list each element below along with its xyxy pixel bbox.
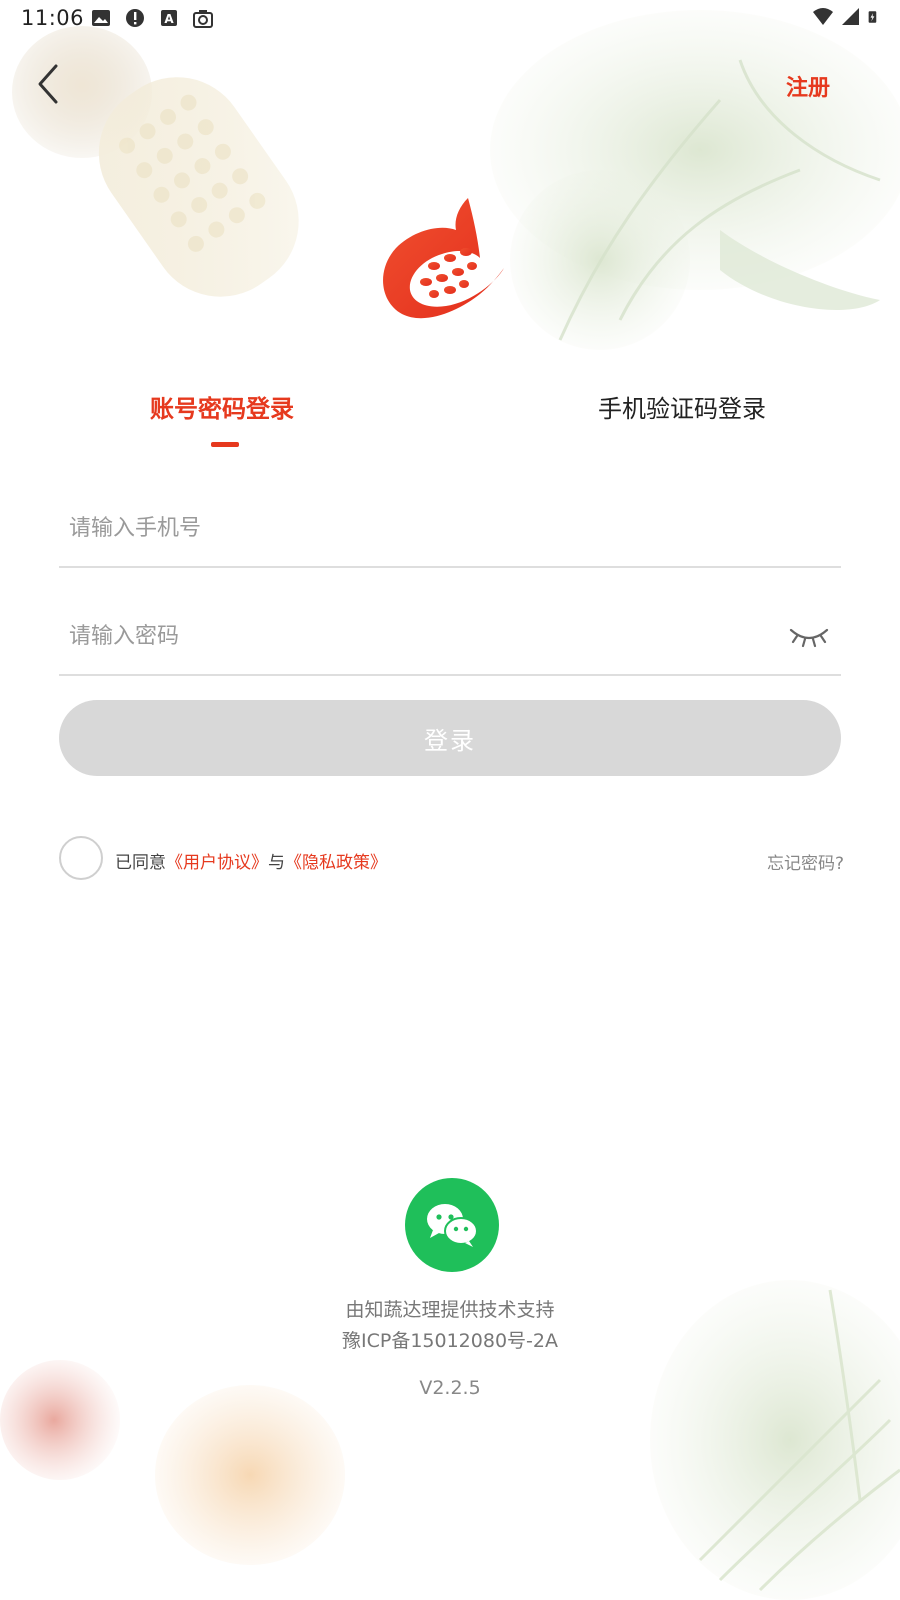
wechat-login-button[interactable]	[405, 1178, 499, 1272]
image-icon	[92, 10, 110, 26]
notification-icons: A	[90, 7, 214, 29]
password-input[interactable]	[69, 616, 749, 656]
agreement-text: 已同意《用户协议》与《隐私政策》	[115, 848, 387, 873]
password-visibility-toggle[interactable]	[785, 618, 833, 650]
active-tab-indicator	[211, 442, 239, 447]
back-button[interactable]	[30, 62, 70, 106]
agreement-prefix: 已同意	[115, 853, 166, 873]
agreement-checkbox[interactable]	[59, 836, 103, 880]
agreement-connector: 与	[268, 853, 285, 873]
app-logo	[383, 198, 504, 319]
battery-charging-icon	[868, 11, 877, 23]
alert-icon	[126, 9, 144, 27]
user-agreement-link[interactable]: 《用户协议》	[166, 853, 268, 873]
eye-closed-icon	[789, 628, 829, 648]
icp-license-text: 豫ICP备15012080号-2A	[342, 1330, 558, 1352]
tab-password-login[interactable]: 账号密码登录	[150, 389, 294, 424]
register-link[interactable]: 注册	[786, 70, 830, 102]
tech-support-text: 由知蔬达理提供技术支持	[345, 1299, 555, 1321]
tab-sms-login[interactable]: 手机验证码登录	[598, 389, 766, 424]
text-a-icon: A	[161, 10, 177, 26]
chevron-left-icon	[38, 64, 58, 104]
status-bar: 11:06 A	[0, 0, 900, 36]
login-screen: 11:06 A 注册 账号密码登录 手机验证码登录 请输入手机号 登录 已同意《…	[0, 0, 900, 1600]
svg-text:A: A	[164, 12, 174, 26]
login-button[interactable]: 登录	[59, 700, 841, 776]
version-text: V2.2.5	[419, 1377, 481, 1399]
wechat-icon	[427, 1204, 478, 1247]
system-icons	[812, 6, 882, 28]
phone-input[interactable]	[69, 508, 749, 548]
privacy-policy-link[interactable]: 《隐私政策》	[285, 853, 387, 873]
phone-field	[59, 490, 841, 568]
wifi-icon	[813, 8, 833, 25]
forgot-password-link[interactable]: 忘记密码?	[767, 849, 844, 874]
signal-icon	[842, 8, 859, 25]
password-field	[59, 598, 841, 676]
status-time: 11:06	[21, 6, 85, 30]
camera-icon	[193, 10, 213, 28]
